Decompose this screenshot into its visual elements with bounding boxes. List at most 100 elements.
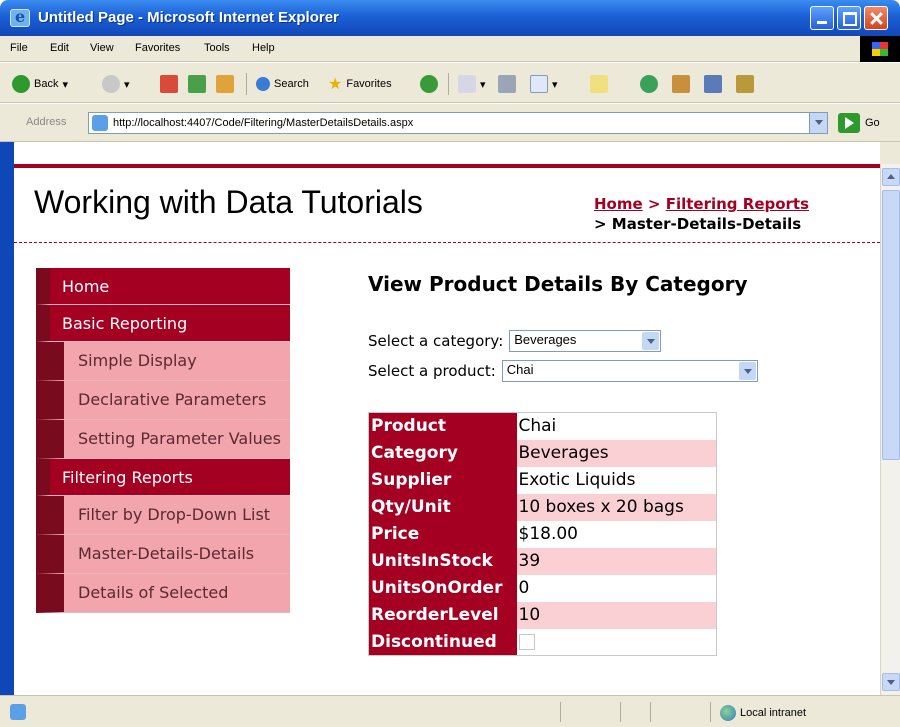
menu-tools[interactable]: Tools	[204, 42, 230, 54]
field-value: 10	[516, 601, 717, 629]
details-row-category: Category Beverages	[368, 439, 717, 467]
product-row: Select a product: Chai	[368, 360, 758, 382]
window-title: Untitled Page - Microsoft Internet Explo…	[38, 9, 339, 26]
site-menu: Home Basic Reporting Simple Display Decl…	[36, 268, 290, 613]
breadcrumb-home-link[interactable]: Home	[594, 195, 643, 213]
forward-button[interactable]: ▾	[102, 73, 130, 95]
close-button[interactable]	[864, 6, 888, 30]
status-bar: Local intranet	[0, 695, 900, 727]
field-value: Beverages	[516, 439, 717, 467]
menu-item-basic-reporting[interactable]: Basic Reporting	[36, 305, 290, 342]
breadcrumb-filtering-reports-link[interactable]: Filtering Reports	[666, 195, 809, 213]
menu-item-declarative-parameters[interactable]: Declarative Parameters	[36, 381, 290, 420]
menu-item-master-details-details[interactable]: Master-Details-Details	[36, 535, 290, 574]
field-value: Chai	[518, 416, 557, 437]
scroll-down-button[interactable]	[882, 673, 900, 691]
page-icon	[92, 115, 108, 131]
details-row-units-on-order: UnitsOnOrder 0	[368, 574, 717, 602]
print-button[interactable]	[498, 73, 516, 95]
status-divider	[620, 702, 621, 722]
details-row-product: Product Chai	[368, 412, 717, 440]
address-label: Address	[26, 116, 67, 128]
product-selected: Chai	[506, 362, 534, 377]
tools-extra-button[interactable]	[704, 73, 722, 95]
site-title: Working with Data Tutorials	[34, 184, 423, 220]
grid-icon	[736, 75, 754, 93]
home-button[interactable]	[216, 73, 234, 95]
product-dropdown[interactable]: Chai	[501, 360, 758, 382]
history-button[interactable]	[420, 73, 438, 95]
back-button[interactable]: Back ▾	[12, 73, 68, 95]
back-arrow-icon	[12, 75, 30, 93]
mail-button[interactable]: ▾	[458, 73, 486, 95]
favorites-button[interactable]: ★ Favorites	[328, 73, 392, 95]
window-frame-right	[880, 142, 900, 164]
menu-item-details-of-selected[interactable]: Details of Selected	[36, 574, 290, 613]
menu-favorites[interactable]: Favorites	[135, 42, 180, 54]
chevron-down-icon	[642, 332, 660, 350]
go-label: Go	[865, 117, 880, 129]
menu-item-filter-by-dropdown[interactable]: Filter by Drop-Down List	[36, 496, 290, 535]
product-label: Select a product:	[368, 362, 496, 380]
vertical-scrollbar[interactable]	[880, 164, 900, 695]
breadcrumb-current-prefix: >	[594, 215, 612, 233]
toolbar-separator	[246, 73, 247, 95]
menu-view[interactable]: View	[90, 42, 114, 54]
category-selected: Beverages	[514, 332, 577, 347]
address-dropdown-button[interactable]	[809, 113, 827, 133]
discuss-button[interactable]	[590, 73, 608, 95]
product-details-view: Product Chai Category Beverages Supplier Ex…	[368, 412, 717, 656]
field-label: Product	[368, 412, 517, 440]
word-icon	[530, 75, 548, 93]
scroll-thumb[interactable]	[882, 190, 900, 460]
zone-label: Local intranet	[740, 707, 807, 719]
breadcrumb-current: Master-Details-Details	[611, 215, 802, 233]
search-label: Search	[274, 78, 309, 90]
status-divider	[560, 702, 561, 722]
minimize-button[interactable]	[810, 6, 834, 30]
search-button[interactable]: Search	[256, 73, 309, 95]
page-heading: View Product Details By Category	[368, 272, 748, 296]
field-value: 0	[518, 578, 530, 598]
back-label: Back	[34, 78, 59, 90]
menu-item-filtering-reports[interactable]: Filtering Reports	[36, 459, 290, 496]
toolbar: Back ▾ ▾ Search ★ Favorites ▾ ▾	[0, 63, 900, 103]
security-zone: Local intranet	[720, 705, 806, 721]
menu-edit[interactable]: Edit	[50, 42, 69, 54]
messenger-icon	[640, 75, 658, 93]
menu-item-simple-display[interactable]: Simple Display	[36, 342, 290, 381]
field-value: $18.00	[518, 524, 578, 544]
discontinued-checkbox	[518, 633, 535, 650]
breadcrumb: Home > Filtering Reports > Master-Detail…	[594, 194, 809, 234]
field-label: Category	[368, 439, 517, 467]
menu-item-setting-parameter-values[interactable]: Setting Parameter Values	[36, 420, 290, 459]
history-icon	[420, 75, 438, 93]
details-row-supplier: Supplier Exotic Liquids	[368, 466, 717, 494]
menu-item-home[interactable]: Home	[36, 268, 290, 305]
url-text: http://localhost:4407/Code/Filtering/Mas…	[113, 117, 414, 129]
address-input[interactable]: http://localhost:4407/Code/Filtering/Mas…	[88, 112, 828, 134]
details-row-price: Price $18.00	[368, 520, 717, 548]
category-row: Select a category: Beverages	[368, 330, 662, 352]
maximize-button[interactable]	[837, 6, 861, 30]
stop-button[interactable]	[160, 73, 178, 95]
go-button[interactable]: Go	[838, 113, 880, 133]
details-row-reorder-level: ReorderLevel 10	[368, 601, 717, 629]
research-button[interactable]	[672, 73, 690, 95]
scroll-up-button[interactable]	[882, 168, 900, 186]
grid-button[interactable]	[736, 73, 754, 95]
menu-help[interactable]: Help	[252, 42, 275, 54]
field-value: 39	[516, 547, 717, 575]
messenger-button[interactable]	[640, 73, 658, 95]
page-status-icon	[10, 704, 26, 720]
intranet-icon	[720, 705, 736, 721]
category-dropdown[interactable]: Beverages	[509, 330, 662, 352]
search-icon	[256, 77, 270, 91]
field-value	[517, 629, 717, 656]
forward-arrow-icon	[102, 75, 120, 93]
edit-button[interactable]: ▾	[530, 73, 558, 95]
refresh-button[interactable]	[188, 73, 206, 95]
star-icon: ★	[328, 76, 343, 93]
menu-file[interactable]: File	[10, 42, 28, 54]
go-arrow-icon	[838, 113, 860, 133]
